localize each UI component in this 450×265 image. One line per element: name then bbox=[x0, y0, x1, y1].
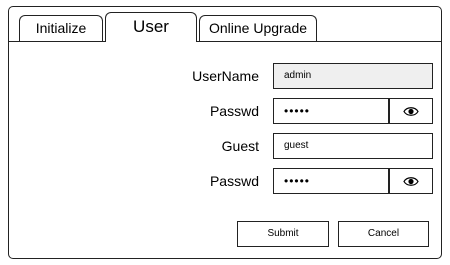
show-user-passwd-button[interactable] bbox=[389, 98, 433, 124]
guest-field[interactable]: guest bbox=[273, 133, 433, 159]
user-passwd-field[interactable]: ••••• bbox=[273, 98, 389, 124]
show-guest-passwd-button[interactable] bbox=[389, 168, 433, 194]
username-field: admin bbox=[273, 63, 433, 89]
eye-icon bbox=[403, 106, 419, 116]
tab-online-upgrade[interactable]: Online Upgrade bbox=[199, 15, 317, 41]
guest-passwd-label: Passwd bbox=[209, 173, 259, 189]
guest-label: Guest bbox=[221, 138, 259, 154]
tab-user[interactable]: User bbox=[105, 12, 197, 42]
tab-bar: Initialize User Online Upgrade bbox=[9, 7, 441, 42]
settings-panel: Initialize User Online Upgrade UserName … bbox=[8, 6, 442, 259]
username-label: UserName bbox=[192, 68, 259, 84]
tab-divider bbox=[9, 41, 105, 42]
user-passwd-label: Passwd bbox=[209, 103, 259, 119]
tab-initialize[interactable]: Initialize bbox=[19, 15, 103, 41]
guest-passwd-field[interactable]: ••••• bbox=[273, 168, 389, 194]
eye-icon bbox=[403, 176, 419, 186]
cancel-button[interactable]: Cancel bbox=[338, 221, 429, 247]
tab-divider bbox=[197, 41, 441, 42]
submit-button[interactable]: Submit bbox=[237, 221, 329, 247]
